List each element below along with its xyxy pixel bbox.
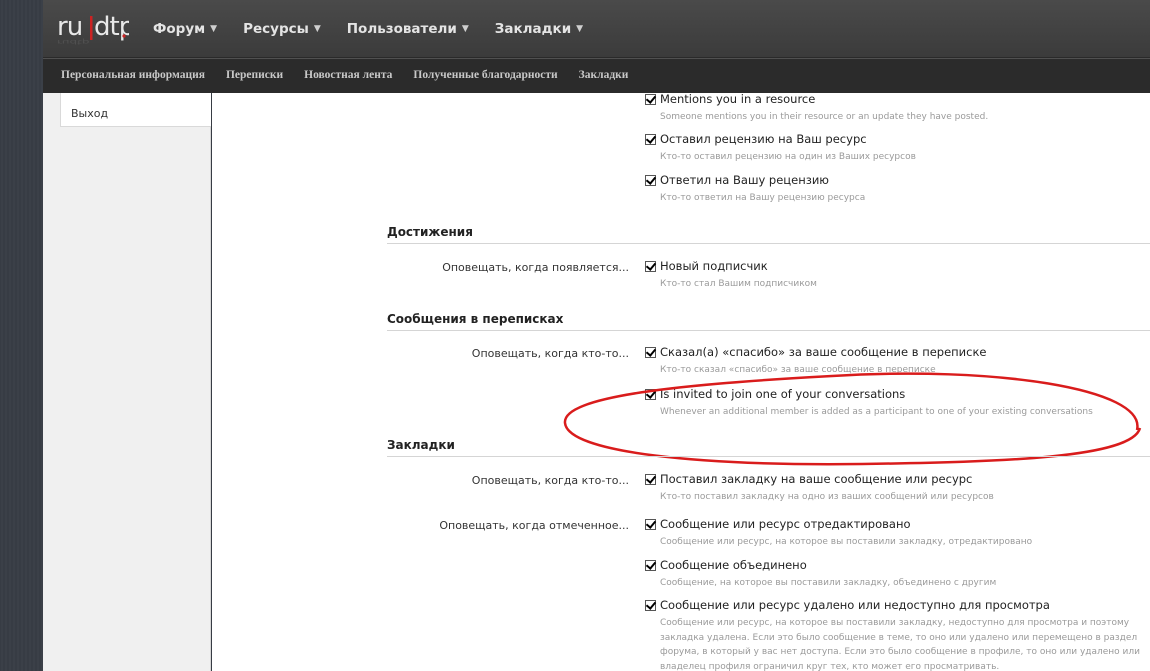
secondary-navbar: Персональная информация Переписки Новост… [43,58,1150,93]
option-label: Сказал(а) «спасибо» за ваше сообщение в … [660,345,987,359]
nav-users[interactable]: Пользователи ▼ [347,21,469,37]
row-label-bookmarks-marked: Оповещать, когда отмеченное... [439,519,629,532]
description-line: закладка удалена. Если это было сообщени… [660,632,1138,643]
subnav-bookmarks[interactable]: Закладки [579,69,629,81]
logo-mark-icon: ru dtp rudtp [57,12,136,45]
nav-bookmarks[interactable]: Закладки ▼ [495,21,583,37]
checkbox-conversation-invite[interactable] [645,389,656,400]
section-title-conversations: Сообщения в переписках [387,311,1150,331]
option-description: Кто-то оставил рецензию на один из Ваших… [660,152,916,162]
sidebar-card: Выход [60,93,211,127]
option-description: Whenever an additional member is added a… [660,407,1093,417]
option-description: Кто-то поставил закладку на одно из ваши… [660,492,994,502]
checkbox-bookmark-edited[interactable] [645,519,656,530]
top-navbar: ru dtp rudtp Форум ▼ Ресурсы ▼ Пользовател… [43,0,1150,58]
row-label-achievements: Оповещать, когда появляется... [442,261,629,274]
checkbox-conversation-like[interactable] [645,347,656,358]
description-line: владелец профиля ограничил круг тех, кто… [660,661,1000,671]
row-label-conversations: Оповещать, когда кто-то... [471,347,629,360]
svg-text:rudtp: rudtp [57,38,89,45]
checkbox-resource-mention[interactable] [645,94,656,105]
section-title-bookmarks: Закладки [387,437,1150,457]
option-description: Сообщение или ресурс, на которое вы пост… [660,537,1033,547]
option-label: Сообщение объединено [660,558,807,572]
option-label: Сообщение или ресурс удалено или недосту… [660,598,1050,612]
option-label: Is invited to join one of your conversat… [660,387,906,401]
option-description-multiline: Сообщение или ресурс, на которое вы пост… [660,616,1140,671]
nav-forum-label: Форум [153,21,206,37]
nav-bookmarks-label: Закладки [494,21,572,37]
nav-forum[interactable]: Форум ▼ [153,21,217,37]
option-description: Сообщение, на которое вы поставили закла… [660,578,997,588]
account-subnav: Персональная информация Переписки Новост… [61,69,649,81]
row-label-bookmarks-someone: Оповещать, когда кто-то... [471,474,629,487]
option-description: Кто-то ответил на Вашу рецензию ресурса [660,193,866,203]
alert-preferences-panel: Mentions you in a resource Someone menti… [212,93,1150,671]
subnav-likes-received[interactable]: Полученные благодарности [413,69,557,81]
option-label: Поставил закладку на ваше сообщение или … [660,472,973,486]
checkbox-bookmark-merged[interactable] [645,560,656,571]
account-sidebar: Выход [43,93,211,671]
checkbox-bookmark-added[interactable] [645,474,656,485]
option-label: Сообщение или ресурс отредактировано [660,517,911,531]
option-label: Mentions you in a resource [660,93,816,106]
chevron-down-icon: ▼ [461,24,469,34]
nav-resources[interactable]: Ресурсы ▼ [243,21,321,37]
main-nav: Форум ▼ Ресурсы ▼ Пользователи ▼ Закладки ▼ [153,21,609,37]
checkbox-review-reply[interactable] [645,175,656,186]
chevron-down-icon: ▼ [210,24,218,34]
subnav-personal-info[interactable]: Персональная информация [61,69,205,81]
chevron-down-icon: ▼ [313,24,321,34]
option-description: Кто-то сказал «спасибо» за ваше сообщени… [660,365,936,375]
option-description: Кто-то стал Вашим подписчиком [660,279,817,289]
option-label: Ответил на Вашу рецензию [660,173,829,187]
subnav-conversations[interactable]: Переписки [226,69,283,81]
chevron-down-icon: ▼ [576,24,584,34]
description-line: Сообщение или ресурс, на которое вы пост… [660,618,1130,628]
site-logo[interactable]: ru dtp rudtp [57,8,136,48]
option-description: Someone mentions you in their resource o… [660,112,989,122]
logout-link[interactable]: Выход [71,107,108,120]
svg-text:ru: ru [57,12,82,42]
option-label: Новый подписчик [660,259,768,273]
checkbox-bookmark-deleted[interactable] [645,600,656,611]
nav-resources-label: Ресурсы [243,21,309,37]
option-label: Оставил рецензию на Ваш ресурс [660,132,867,146]
section-title-achievements: Достижения [387,224,1150,244]
subnav-news-feed[interactable]: Новостная лента [304,69,392,81]
description-line: форума, в который у вас нет доступа. Есл… [660,647,1140,657]
checkbox-resource-review[interactable] [645,134,656,145]
nav-users-label: Пользователи [346,21,457,37]
checkbox-new-follower[interactable] [645,261,656,272]
